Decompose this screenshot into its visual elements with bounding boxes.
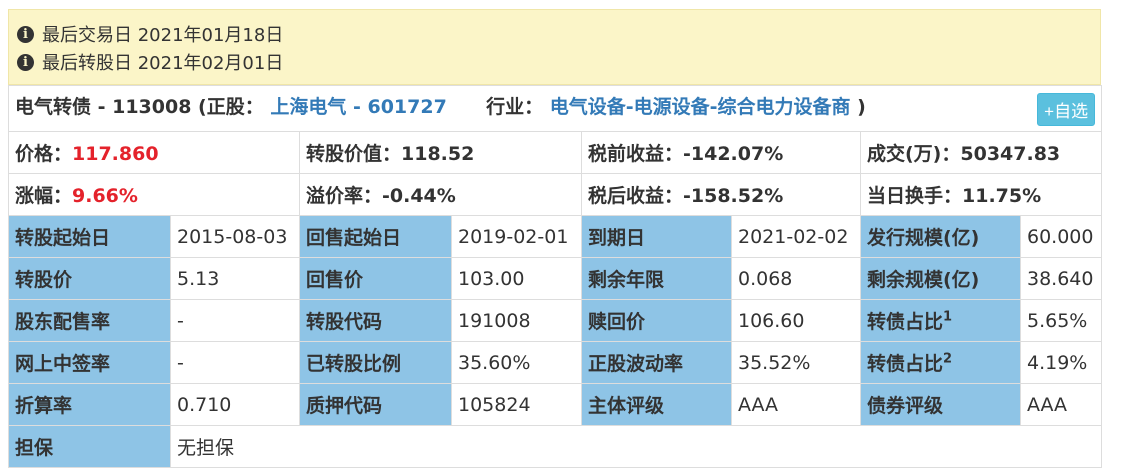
detail-label: 已转股比例 [299,341,452,384]
detail-value: 2019-02-01 [451,215,582,258]
detail-label: 剩余年限 [581,257,732,300]
detail-value: 105824 [451,383,582,426]
detail-row: 股东配售率 - 转股代码 191008 赎回价 106.60 转债占比1 5.6… [8,299,1103,342]
aftertax-cell: 税后收益：-158.52% [581,173,861,216]
info-icon: i [17,53,34,71]
detail-label: 剩余规模(亿) [860,257,1021,300]
stock-link[interactable]: 上海电气 - 601727 [270,96,446,118]
detail-label: 网上中签率 [8,341,171,384]
footnote-marker: 1 [943,309,953,325]
bond-info-table: 电气转债 - 113008 (正股： 上海电气 - 601727 行业： 电气设… [7,85,1103,468]
detail-row: 折算率 0.710 质押代码 105824 主体评级 AAA 债券评级 AAA [8,383,1103,426]
conv-value-cell: 转股价值：118.52 [299,131,582,174]
detail-label: 质押代码 [299,383,452,426]
turnover-cell: 当日换手：11.75% [859,173,1103,216]
premium-label: 溢价率： [306,185,383,207]
detail-label: 回售价 [299,257,452,300]
change-value: 9.66% [72,185,138,207]
detail-value: - [170,341,300,384]
notice-text: 最后交易日 2021年01月18日 [42,25,284,46]
detail-value: 4.19% [1019,341,1103,384]
detail-label-with-note: 转债占比2 [860,341,1021,384]
detail-value: 60.000 [1019,215,1103,258]
change-cell: 涨幅：9.66% [8,173,300,216]
bond-detail-panel: i 最后交易日 2021年01月18日 i 最后转股日 2021年02月01日 … [7,9,1103,468]
turnover-label: 当日换手： [867,185,963,207]
title-cell: 电气转债 - 113008 (正股： 上海电气 - 601727 行业： 电气设… [7,85,1103,132]
detail-label: 回售起始日 [299,215,452,258]
aftertax-label: 税后收益： [588,185,684,207]
detail-value: 5.65% [1019,299,1103,342]
detail-value: 38.640 [1019,257,1103,300]
detail-value: 0.710 [170,383,300,426]
detail-label: 发行规模(亿) [860,215,1021,258]
volume-value: 50347.83 [960,143,1061,165]
price-value: 117.860 [72,143,159,165]
notice-text: 最后转股日 2021年02月01日 [42,53,284,74]
detail-value: 103.00 [451,257,582,300]
footnote-marker: 2 [943,351,953,367]
summary-row-1: 价格：117.860 转股价值：118.52 税前收益：-142.07% 成交(… [8,131,1103,174]
detail-value: 无担保 [169,425,1103,468]
aftertax-value: -158.52% [683,185,784,207]
detail-label: 折算率 [8,383,171,426]
add-watchlist-button[interactable]: +自选 [1037,92,1096,126]
premium-value: -0.44% [382,185,456,207]
detail-value: AAA [731,383,861,426]
detail-label: 债券评级 [860,383,1021,426]
detail-label: 到期日 [581,215,732,258]
detail-label: 转股起始日 [8,215,171,258]
detail-label: 正股波动率 [581,341,732,384]
title-row: 电气转债 - 113008 (正股： 上海电气 - 601727 行业： 电气设… [7,85,1103,132]
detail-label: 主体评级 [581,383,732,426]
detail-value: 0.068 [731,257,861,300]
volume-cell: 成交(万)：50347.83 [859,131,1103,174]
premium-cell: 溢价率：-0.44% [299,173,582,216]
detail-value: 191008 [451,299,582,342]
pretax-label: 税前收益： [588,143,684,165]
detail-value: - [170,299,300,342]
detail-value: 35.52% [731,341,861,384]
industry-close: ) [857,95,866,118]
detail-value: 5.13 [170,257,300,300]
price-cell: 价格：117.860 [8,131,300,174]
summary-row-2: 涨幅：9.66% 溢价率：-0.44% 税后收益：-158.52% 当日换手：1… [8,173,1103,216]
volume-label: 成交(万)： [867,143,961,165]
detail-row: 网上中签率 - 已转股比例 35.60% 正股波动率 35.52% 转债占比2 … [8,341,1103,384]
industry-label: 行业： [486,95,544,118]
price-label: 价格： [15,143,73,165]
detail-value: 35.60% [451,341,582,384]
pretax-value: -142.07% [683,143,784,165]
conv-value-label: 转股价值： [306,143,402,165]
detail-label: 转股代码 [299,299,452,342]
notice-last-trade: i 最后交易日 2021年01月18日 [9,20,1100,48]
change-label: 涨幅： [15,185,73,207]
pretax-cell: 税前收益：-142.07% [581,131,861,174]
turnover-value: 11.75% [962,185,1042,207]
industry-link[interactable]: 电气设备-电源设备-综合电力设备商 [550,96,851,118]
detail-label-text: 转债占比 [867,311,944,333]
detail-row: 转股价 5.13 回售价 103.00 剩余年限 0.068 剩余规模(亿) 3… [8,257,1103,300]
bond-name: 电气转债 - 113008 (正股： [15,95,264,118]
detail-value: AAA [1019,383,1103,426]
detail-row: 担保 无担保 [8,425,1103,468]
detail-value: 2021-02-02 [731,215,861,258]
detail-label: 股东配售率 [8,299,171,342]
detail-label: 赎回价 [581,299,732,342]
detail-value: 106.60 [731,299,861,342]
detail-label-with-note: 转债占比1 [860,299,1021,342]
detail-label-text: 转债占比 [867,353,944,375]
info-icon: i [17,25,34,43]
conv-value: 118.52 [401,143,475,165]
detail-label: 担保 [8,425,171,468]
detail-value: 2015-08-03 [170,215,300,258]
notice-last-convert: i 最后转股日 2021年02月01日 [9,48,1100,76]
detail-row: 转股起始日 2015-08-03 回售起始日 2019-02-01 到期日 20… [8,215,1103,258]
detail-label: 转股价 [8,257,171,300]
notice-box: i 最后交易日 2021年01月18日 i 最后转股日 2021年02月01日 [8,9,1101,85]
